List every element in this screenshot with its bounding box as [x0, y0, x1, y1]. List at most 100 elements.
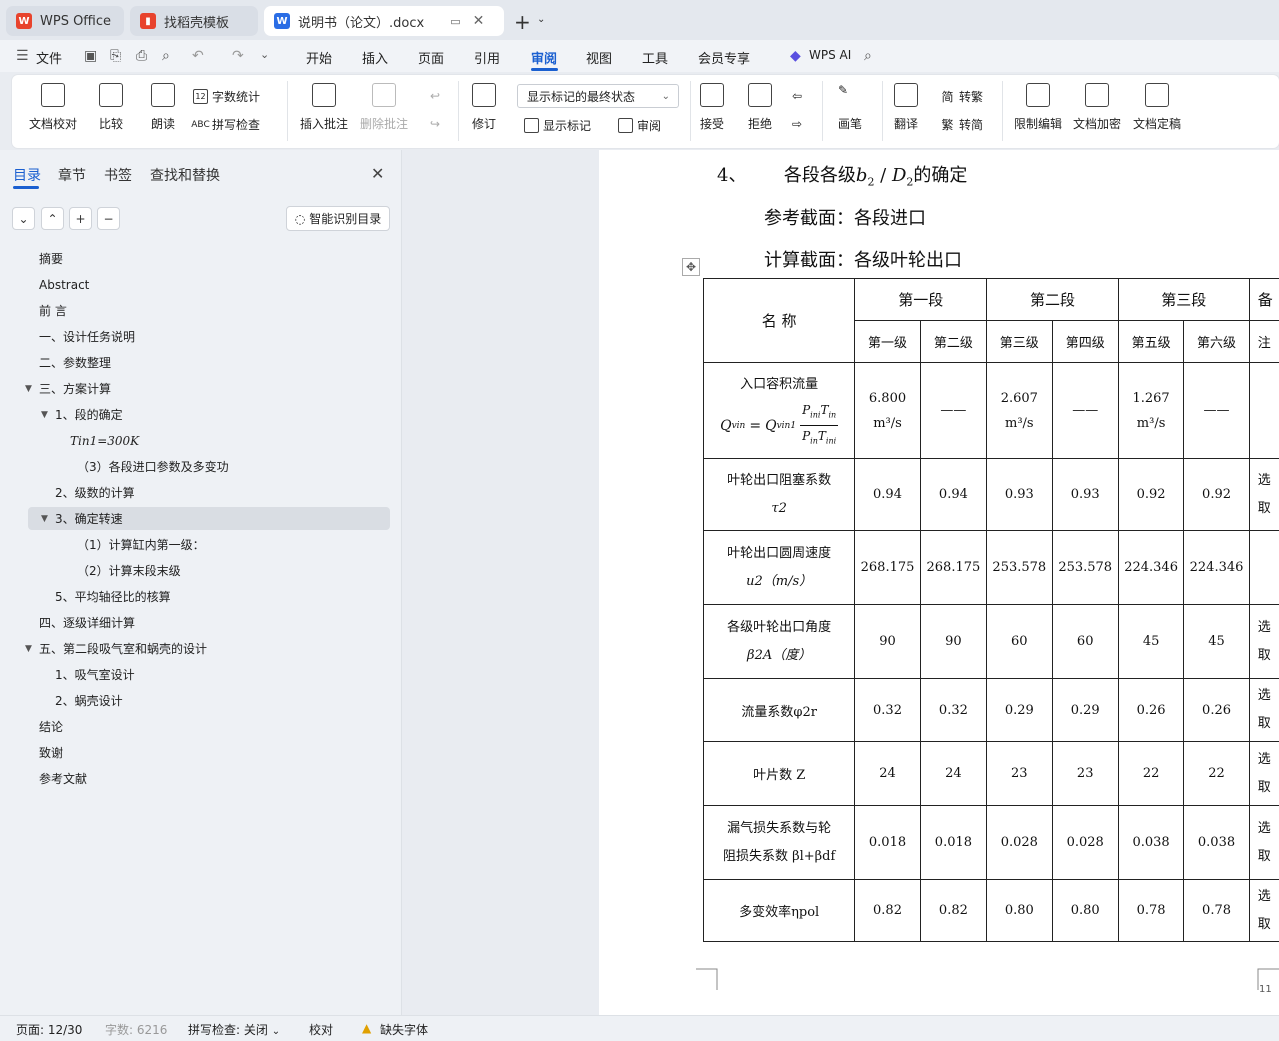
- redo-icon[interactable]: ↷: [232, 48, 244, 64]
- to-traditional-button[interactable]: 简 转繁: [940, 88, 983, 105]
- previous-change-icon[interactable]: ⇦: [792, 89, 802, 103]
- tab-document[interactable]: W 说明书（论文）.docx ▭ ✕: [264, 6, 504, 36]
- menu-tools[interactable]: 工具: [642, 48, 668, 67]
- remove-icon[interactable]: −: [97, 207, 120, 230]
- markup-state-select[interactable]: 显示标记的最终状态 ⌄: [517, 84, 679, 108]
- compare-button[interactable]: 比较: [99, 83, 123, 132]
- export-icon[interactable]: ⎘: [110, 48, 121, 64]
- toc-item[interactable]: 前 言: [39, 300, 67, 322]
- toc-item[interactable]: 结论: [39, 716, 63, 738]
- menu-icon[interactable]: ☰: [16, 48, 29, 64]
- word-count-button[interactable]: 12 字数统计: [193, 88, 260, 105]
- toc-item[interactable]: ▼ 五、第二段吸气室和蜗壳的设计: [25, 638, 207, 660]
- remark-cell: 选取: [1248, 879, 1279, 942]
- menu-view[interactable]: 视图: [586, 48, 612, 67]
- table-move-icon[interactable]: ✥: [682, 258, 700, 276]
- show-markup-icon: [524, 118, 539, 133]
- print-icon[interactable]: ⎙: [136, 48, 147, 64]
- toc-item[interactable]: Abstract: [39, 274, 89, 296]
- page-indicator[interactable]: 页面: 12/30: [16, 1021, 82, 1038]
- toc-item[interactable]: 致谢: [39, 742, 63, 764]
- tab-toc[interactable]: 目录: [13, 165, 41, 185]
- toc-item[interactable]: 摘要: [39, 248, 63, 270]
- toc-item[interactable]: （2）计算末段末级: [77, 560, 181, 582]
- tab-chapters[interactable]: 章节: [58, 165, 86, 185]
- toc-item[interactable]: 2、蜗壳设计: [55, 690, 123, 712]
- window-mode-icon[interactable]: ▭: [450, 15, 460, 28]
- menu-insert[interactable]: 插入: [362, 48, 388, 67]
- expand-up-icon[interactable]: ⌃: [41, 207, 64, 230]
- new-tab-icon[interactable]: +: [514, 10, 531, 34]
- caret-down-icon[interactable]: ▼: [25, 638, 32, 660]
- toc-item[interactable]: 一、设计任务说明: [39, 326, 135, 348]
- print-preview-icon[interactable]: ⌕: [162, 48, 170, 64]
- table-row: 入口容积流量 Qvin = Qvin1 PiniTin PinTini 6.800 m…: [702, 362, 1279, 459]
- toc-item[interactable]: Tin1=300K: [70, 430, 139, 452]
- tab-bookmarks[interactable]: 书签: [104, 165, 132, 185]
- value-cell: 90: [854, 604, 921, 679]
- search-icon[interactable]: ⌕: [864, 48, 872, 64]
- tab-wps-office[interactable]: W WPS Office: [6, 6, 124, 36]
- missing-font-status[interactable]: 缺失字体: [380, 1021, 428, 1038]
- undo-icon[interactable]: ↶: [192, 48, 204, 64]
- toc-item[interactable]: 二、参数整理: [39, 352, 111, 374]
- spell-check-button[interactable]: ABC 拼写检查: [191, 116, 260, 133]
- spell-check-status[interactable]: 拼写检查: 关闭 ⌄: [188, 1021, 280, 1038]
- toc-item[interactable]: 1、吸气室设计: [55, 664, 135, 686]
- proofread-status[interactable]: 校对: [309, 1021, 333, 1038]
- revise-button[interactable]: 修订: [472, 83, 496, 132]
- caret-down-icon[interactable]: ▼: [25, 378, 32, 400]
- chevron-down-icon[interactable]: ⌄: [537, 14, 545, 25]
- accept-button[interactable]: 接受: [700, 83, 724, 132]
- toc-item[interactable]: 四、逐级详细计算: [39, 612, 135, 634]
- table-header-stage: 第二段: [986, 278, 1119, 321]
- menu-references[interactable]: 引用: [474, 48, 500, 67]
- smart-toc-button[interactable]: ◌ 智能识别目录: [286, 206, 390, 231]
- tab-template[interactable]: ▮ 找稻壳模板: [130, 6, 258, 36]
- restrict-edit-button[interactable]: 限制编辑: [1014, 83, 1062, 132]
- translate-button[interactable]: 翻译: [894, 83, 918, 132]
- insert-comment-button[interactable]: 插入批注: [300, 83, 348, 132]
- review-pane-button[interactable]: 审阅: [618, 117, 661, 134]
- finalize-button[interactable]: 文档定稿: [1133, 83, 1181, 132]
- collapse-icon[interactable]: ⌄: [12, 207, 35, 230]
- menu-wps-ai[interactable]: WPS AI: [809, 48, 851, 62]
- add-icon[interactable]: +: [69, 207, 92, 230]
- chevron-down-icon[interactable]: ⌄: [260, 48, 269, 61]
- caret-down-icon[interactable]: ▼: [41, 404, 48, 426]
- cell-unit: m³/s: [1136, 415, 1166, 431]
- save-icon[interactable]: ▣: [84, 48, 97, 64]
- menu-page[interactable]: 页面: [418, 48, 444, 67]
- menu-review[interactable]: 审阅: [531, 48, 557, 67]
- delete-comment-button[interactable]: 删除批注: [360, 83, 408, 132]
- reject-button[interactable]: 拒绝: [748, 83, 772, 132]
- show-markup-button[interactable]: 显示标记: [524, 117, 591, 134]
- read-aloud-button[interactable]: 朗读: [151, 83, 175, 132]
- toc-item[interactable]: 参考文献: [39, 768, 87, 790]
- value-cell: 1.267 m³/s: [1117, 362, 1185, 459]
- toc-item[interactable]: ▼ 3、确定转速: [41, 508, 123, 530]
- proofread-button[interactable]: 文档校对: [29, 83, 77, 132]
- menu-file[interactable]: 文件: [36, 48, 62, 67]
- caret-down-icon[interactable]: ▼: [41, 508, 48, 530]
- toc-item[interactable]: （3）各段进口参数及多变功: [77, 456, 229, 478]
- pen-button[interactable]: ✎ 画笔: [838, 83, 862, 132]
- toc-item[interactable]: （1）计算缸内第一级：: [77, 534, 205, 556]
- toc-item[interactable]: ▼ 三、方案计算: [25, 378, 111, 400]
- value-cell: 0.94: [919, 458, 988, 531]
- to-simplified-button[interactable]: 繁 转简: [940, 116, 983, 133]
- next-change-icon[interactable]: ⇨: [792, 117, 802, 131]
- close-icon[interactable]: ✕: [371, 164, 384, 183]
- previous-comment-icon[interactable]: ↩: [430, 89, 440, 103]
- toc-item[interactable]: ▼ 1、段的确定: [41, 404, 123, 426]
- menu-member[interactable]: 会员专享: [698, 48, 750, 67]
- tab-find-replace[interactable]: 查找和替换: [150, 165, 220, 185]
- encrypt-button[interactable]: 文档加密: [1073, 83, 1121, 132]
- toc-item[interactable]: 2、级数的计算: [55, 482, 135, 504]
- toc-item[interactable]: 5、平均轴径比的核算: [55, 586, 171, 608]
- next-comment-icon[interactable]: ↪: [430, 117, 440, 131]
- smart-icon: ◌: [294, 211, 306, 226]
- word-count-status[interactable]: 字数: 6216: [105, 1021, 167, 1038]
- menu-home[interactable]: 开始: [306, 48, 332, 67]
- close-icon[interactable]: ✕: [473, 13, 485, 29]
